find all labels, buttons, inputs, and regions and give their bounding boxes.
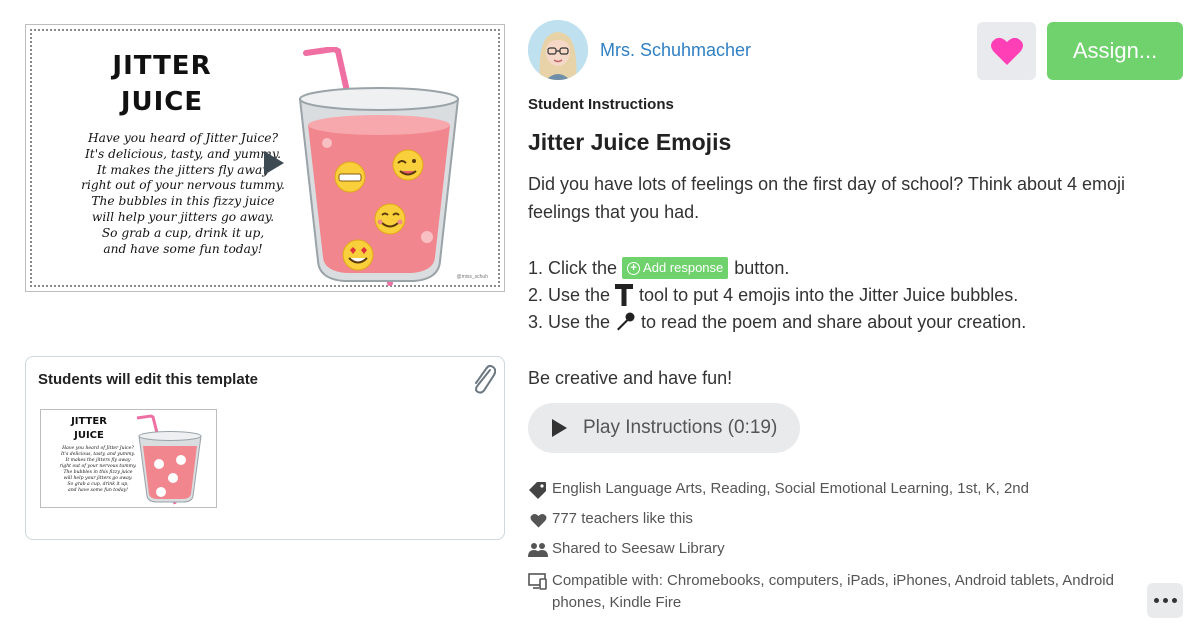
thumb-title-line2: JUICE [74,430,104,441]
add-response-chip: + Add response [622,257,729,279]
image-credit: @miss_schuh [456,274,488,280]
meta-tags: English Language Arts, Reading, Social E… [528,480,1029,500]
instructions-intro: Did you have lots of feelings on the fir… [528,174,1126,222]
heart-eyes-emoji-icon [342,239,374,271]
activity-title: Jitter Juice Emojis [528,129,732,155]
text-tool-icon [615,284,634,306]
smile-emoji-icon [374,203,406,235]
devices-icon [528,571,548,591]
step1-text-before: 1. Click the [528,258,618,278]
users-icon [528,540,548,560]
section-label: Student Instructions [528,96,674,113]
step1-text-after: button. [734,258,790,278]
preview-border: JITTER JUICE Have you heard of Jitter Ju… [30,29,500,287]
thumb-poem-line: and have some fun today! [67,488,129,493]
thumb-title-line1: JITTER [71,416,107,427]
meta-likes: 777 teachers like this [528,510,693,530]
avatar-image [528,20,588,80]
poem-line: right out of your nervous tummy. [81,178,285,193]
instruction-step-3: 3. Use the to read the poem and share ab… [528,308,1026,336]
meta-shared-text: Shared to Seesaw Library [552,540,725,557]
poem-line: The bubbles in this fizzy juice [91,194,275,209]
thumb-poem-text: Have you heard of Jitter Juice? It's del… [53,446,143,494]
meta-compatibility-text: Compatible with: Chromebooks, computers,… [552,572,1114,611]
juice-glass-image [298,47,460,286]
instructions-closing: Be creative and have fun! [528,368,733,388]
teacher-name-link[interactable]: Mrs. Schuhmacher [600,40,751,61]
heart-icon [990,37,1023,65]
instruction-step-1: 1. Click the + Add response button. [528,254,789,282]
instruction-step-2: 2. Use the tool to put 4 emojis into the… [528,281,1018,309]
template-card: Students will edit this template JITTER … [25,356,505,540]
tag-icon [528,480,548,500]
thumb-glass-image [136,414,202,505]
dot-icon [1153,598,1159,603]
grimace-emoji-icon [334,161,366,193]
meta-compatibility: Compatible with: Chromebooks, computers,… [528,570,1148,614]
poem-line: So grab a cup, drink it up, [101,225,265,240]
paperclip-icon[interactable] [470,363,496,395]
assign-button[interactable]: Assign... [1047,22,1183,80]
poem-line: and have some fun today! [103,241,263,256]
dot-icon [1162,598,1168,603]
step3-text-after: to read the poem and share about your cr… [641,312,1027,332]
play-instructions-button[interactable]: Play Instructions (0:19) [528,403,800,453]
more-options-button[interactable] [1147,583,1183,618]
poem-title-line2: JUICE [120,87,204,117]
dot-icon [1171,598,1177,603]
step2-text-before: 2. Use the [528,285,611,305]
step3-text-before: 3. Use the [528,312,611,332]
poem-title-line1: JITTER [112,51,212,81]
teacher-avatar[interactable] [528,20,588,80]
microphone-icon [617,312,635,331]
template-title: Students will edit this template [38,371,259,388]
add-response-label: Add response [643,260,724,275]
template-thumbnail[interactable]: JITTER JUICE Have you heard of Jitter Ju… [40,409,217,508]
plus-circle-icon: + [627,261,641,275]
heart-icon [528,510,548,530]
wink-emoji-icon [392,149,424,181]
meta-likes-text: 777 teachers like this [552,510,693,527]
step2-text-after: tool to put 4 emojis into the Jitter Jui… [639,285,1019,305]
play-icon[interactable] [262,149,286,177]
poem-line: Have you heard of Jitter Juice? [87,131,279,145]
play-icon [552,419,567,437]
poem-line: will help your jitters go away. [91,209,275,224]
meta-shared: Shared to Seesaw Library [528,540,725,560]
like-button[interactable] [977,22,1036,80]
play-instructions-label: Play Instructions (0:19) [583,417,778,438]
activity-preview[interactable]: JITTER JUICE Have you heard of Jitter Ju… [25,24,505,292]
meta-tags-text: English Language Arts, Reading, Social E… [552,480,1029,497]
